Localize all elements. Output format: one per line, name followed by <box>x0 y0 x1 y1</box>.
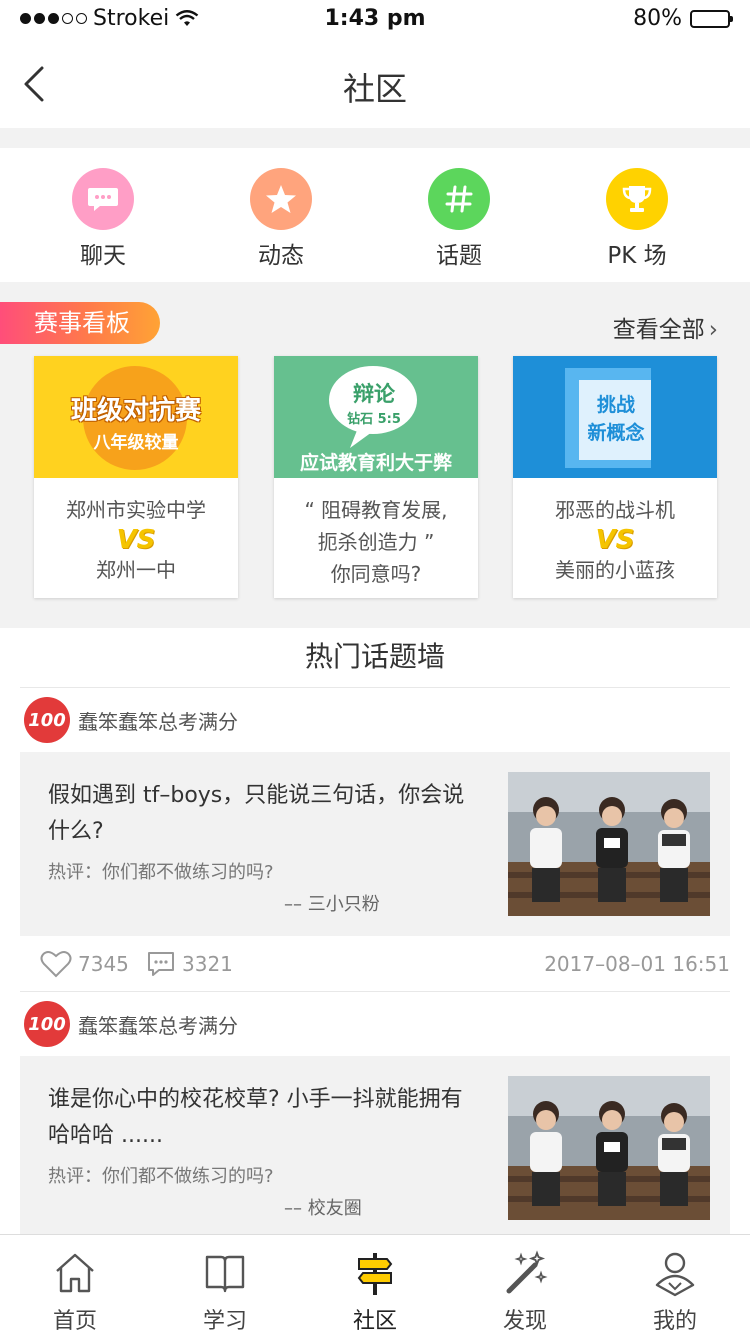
category-label: 聊天 <box>80 243 126 269</box>
match-card[interactable]: 挑战 新概念 邪恶的战斗机 VS 美丽的小蓝孩 <box>513 356 717 598</box>
vs-badge: VS <box>116 525 156 555</box>
view-all-label: 查看全部 <box>612 317 705 343</box>
banner-subtitle: 八年级较量 <box>93 433 179 453</box>
avatar[interactable]: 100 <box>24 1001 70 1047</box>
category-moments[interactable]: 动态 <box>192 148 370 282</box>
hot-comment-author: –– 校友圈 <box>284 1198 362 1219</box>
board-tag: 赛事看板 <box>0 302 160 344</box>
debate-line-3: 你同意吗? <box>330 562 422 586</box>
match-card[interactable]: 辩论 钻石 5:5 应试教育利大于弊 “ 阻碍教育发展, 扼杀创造力 ” 你同意… <box>274 356 478 598</box>
author-name: 蠢笨蠢笨总考满分 <box>78 1013 238 1038</box>
topic-post[interactable]: 100 蠢笨蠢笨总考满分 谁是你心中的校花校草? 小手一抖就能拥有哈哈哈 ...… <box>0 992 750 1240</box>
like-button[interactable]: 7345 <box>40 950 129 978</box>
hot-topics-title: 热门话题墙 <box>20 628 730 688</box>
team-a: 郑州市实验中学 <box>66 498 206 522</box>
like-count: 7345 <box>78 952 129 976</box>
comment-count: 3321 <box>182 952 233 976</box>
tab-discover[interactable]: 发现 <box>450 1235 600 1334</box>
tab-bar: 首页 学习 社区 发现 我的 <box>0 1234 750 1334</box>
category-label: 动态 <box>258 243 304 269</box>
tab-label: 学习 <box>202 1309 247 1334</box>
post-author[interactable]: 100 蠢笨蠢笨总考满分 <box>0 688 750 752</box>
post-photo[interactable] <box>508 1076 710 1220</box>
battery-icon <box>690 9 733 28</box>
tab-study[interactable]: 学习 <box>150 1235 300 1334</box>
hot-comment: 热评：你们都不做练习的吗? <box>48 1166 274 1187</box>
comment-button[interactable]: 3321 <box>146 950 233 978</box>
match-card[interactable]: 班级对抗赛 八年级较量 郑州市实验中学 VS 郑州一中 <box>34 356 238 598</box>
home-icon <box>56 1253 94 1293</box>
page-title: 社区 <box>342 70 407 108</box>
banner-title: 挑战 <box>596 394 635 416</box>
tab-label: 社区 <box>352 1309 397 1334</box>
profile-icon <box>655 1252 695 1297</box>
vs-badge: VS <box>595 525 635 555</box>
avatar[interactable]: 100 <box>24 697 70 743</box>
banner-title: 班级对抗赛 <box>70 396 201 426</box>
chat-bubble-icon <box>72 168 134 230</box>
status-bar: Strokei 1:43 pm 80% <box>0 0 750 40</box>
competition-board: 赛事看板 查看全部 › 班级对抗赛 八年级较量 郑州市实验中学 VS 郑州一中 辩… <box>0 282 750 608</box>
match-banner: 辩论 钻石 5:5 应试教育利大于弊 <box>274 356 478 478</box>
team-a: 邪恶的战斗机 <box>555 498 675 522</box>
post-photo[interactable] <box>508 772 710 916</box>
match-banner: 班级对抗赛 八年级较量 <box>34 356 238 478</box>
tab-home[interactable]: 首页 <box>0 1235 150 1334</box>
category-label: 话题 <box>436 243 482 269</box>
banner-title: 应试教育利大于弊 <box>299 452 452 474</box>
nav-bar: 社区 <box>0 40 750 128</box>
tab-label: 我的 <box>652 1309 697 1334</box>
book-icon <box>205 1255 245 1293</box>
comment-icon <box>148 952 174 976</box>
tab-mine[interactable]: 我的 <box>600 1235 750 1334</box>
team-b: 美丽的小蓝孩 <box>555 558 675 582</box>
signpost-icon <box>357 1253 393 1295</box>
post-body[interactable]: 谁是你心中的校花校草? 小手一抖就能拥有哈哈哈 ...... 热评：你们都不做练… <box>20 1056 730 1240</box>
post-body[interactable]: 假如遇到 tf–boys，只能说三句话，你会说什么? 热评：你们都不做练习的吗?… <box>20 752 730 936</box>
status-right: 80% <box>633 6 733 31</box>
category-row: 聊天 动态 话题 PK 场 <box>0 148 750 282</box>
trophy-icon <box>606 168 668 230</box>
post-author[interactable]: 100 蠢笨蠢笨总考满分 <box>0 992 750 1056</box>
bubble-title: 辩论 <box>353 382 395 406</box>
star-icon <box>250 168 312 230</box>
banner-subtitle: 新概念 <box>587 422 645 444</box>
hot-comment: 热评：你们都不做练习的吗? <box>48 862 274 883</box>
tab-label: 首页 <box>52 1309 97 1334</box>
chevron-right-icon: › <box>708 317 718 343</box>
post-text: 谁是你心中的校花校草? 小手一抖就能拥有哈哈哈 ...... <box>48 1087 463 1148</box>
heart-icon <box>40 950 72 978</box>
team-b: 郑州一中 <box>96 558 176 582</box>
match-banner: 挑战 新概念 <box>513 356 717 478</box>
category-topics[interactable]: 话题 <box>370 148 548 282</box>
bubble-subtitle: 钻石 5:5 <box>347 412 401 427</box>
debate-line-2: 扼杀创造力 ” <box>317 530 435 554</box>
category-chat[interactable]: 聊天 <box>14 148 192 282</box>
hot-comment-author: –– 三小只粉 <box>284 894 380 915</box>
category-label: PK 场 <box>607 243 667 269</box>
post-timestamp: 2017–08–01 16:51 <box>544 952 730 976</box>
debate-line-1: “ 阻碍教育发展, <box>304 498 448 522</box>
battery-percent: 80% <box>633 6 682 31</box>
category-pk[interactable]: PK 场 <box>548 148 726 282</box>
square-decoration <box>565 368 651 468</box>
post-text: 假如遇到 tf–boys，只能说三句话，你会说什么? <box>48 783 465 844</box>
author-name: 蠢笨蠢笨总考满分 <box>78 709 238 734</box>
magic-wand-icon <box>506 1250 548 1294</box>
hashtag-icon <box>428 168 490 230</box>
tab-community[interactable]: 社区 <box>300 1235 450 1334</box>
post-meta: 7345 3321 2017–08–01 16:51 <box>20 936 730 992</box>
hot-topics-section: 热门话题墙 100 蠢笨蠢笨总考满分 假如遇到 tf–boys，只能说三句话，你… <box>0 628 750 1240</box>
view-all-link[interactable]: 查看全部 › <box>613 310 718 344</box>
topic-post[interactable]: 100 蠢笨蠢笨总考满分 假如遇到 tf–boys，只能说三句话，你会说什么? … <box>0 688 750 992</box>
tab-label: 发现 <box>502 1309 547 1334</box>
